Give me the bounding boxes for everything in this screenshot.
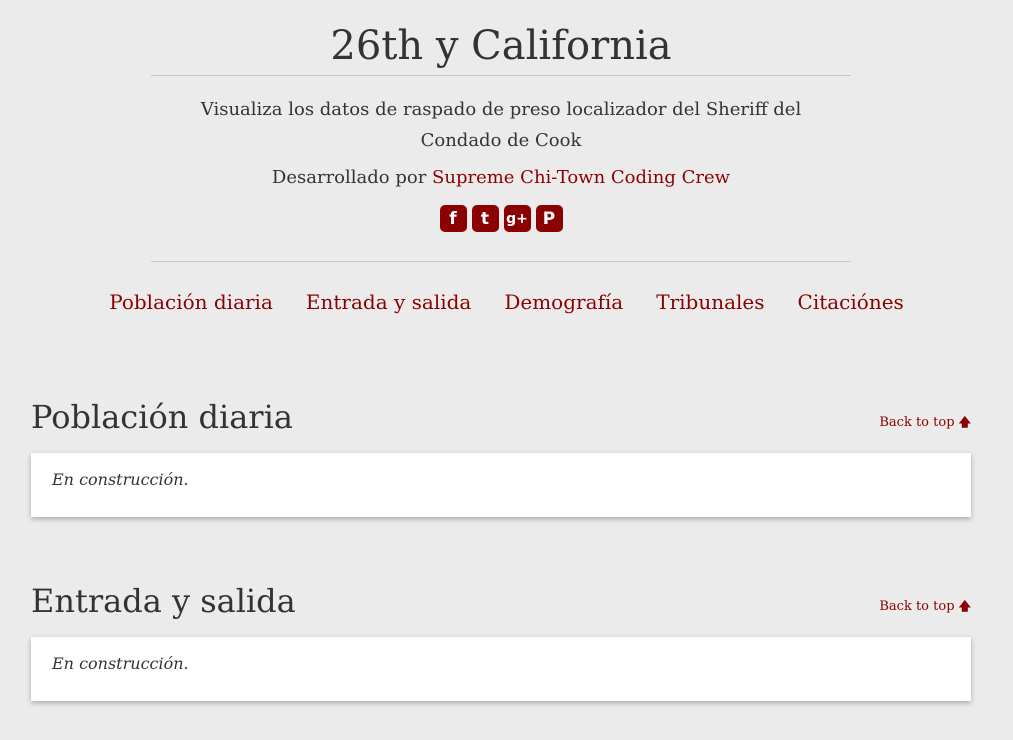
section-card: En construcción. [31, 637, 971, 701]
header-divider [151, 261, 851, 262]
back-to-top-link[interactable]: Back to top 🡅 [879, 597, 971, 618]
site-title: 26th y California [151, 0, 851, 76]
site-tagline: Visualiza los datos de raspado de preso … [200, 99, 802, 151]
credit-line: Desarrollado por Supreme Chi-Town Coding… [151, 166, 851, 190]
twitter-icon[interactable]: t [471, 205, 499, 232]
pinterest-icon[interactable]: P [535, 205, 563, 232]
arrow-up-icon: 🡅 [958, 415, 971, 429]
back-to-top-label: Back to top [879, 415, 955, 430]
section-entrada-y-salida: Entrada y salida Back to top 🡅 En constr… [31, 581, 971, 701]
section-poblacion-diaria: Población diaria Back to top 🡅 En constr… [31, 397, 971, 517]
main-nav: Población diaria Entrada y salida Demogr… [0, 286, 1013, 318]
credit-prefix: Desarrollado por [271, 167, 433, 188]
nav-item-tribunales[interactable]: Tribunales [656, 286, 764, 318]
nav-item-entrada-y-salida[interactable]: Entrada y salida [306, 286, 471, 318]
back-to-top-label: Back to top [879, 599, 955, 614]
facebook-icon[interactable]: f [439, 205, 467, 232]
section-body: En construcción. [52, 470, 189, 489]
section-title: Entrada y salida [31, 582, 296, 620]
credit-link[interactable]: Supreme Chi-Town Coding Crew [432, 167, 730, 188]
nav-item-poblacion-diaria[interactable]: Población diaria [109, 286, 273, 318]
nav-item-demografia[interactable]: Demografía [504, 286, 623, 318]
site-header: 26th y California Visualiza los datos de… [151, 0, 851, 234]
section-title: Población diaria [31, 398, 293, 436]
section-card: En construcción. [31, 453, 971, 517]
nav-item-citaciones[interactable]: Citaciónes [798, 286, 904, 318]
back-to-top-link[interactable]: Back to top 🡅 [879, 413, 971, 434]
arrow-up-icon: 🡅 [958, 599, 971, 613]
social-links: f t g+ P [151, 205, 851, 234]
section-body: En construcción. [52, 654, 189, 673]
google-plus-icon[interactable]: g+ [503, 205, 531, 232]
